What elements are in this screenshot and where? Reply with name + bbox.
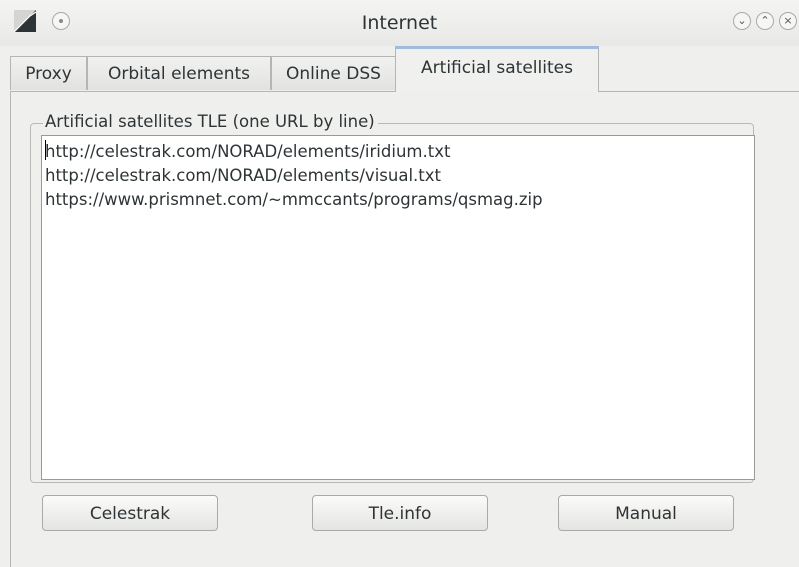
celestrak-button[interactable]: Celestrak [42, 495, 218, 531]
tleinfo-button[interactable]: Tle.info [312, 495, 488, 531]
window-title: Internet [361, 12, 438, 34]
tle-group-title: Artificial satellites TLE (one URL by li… [43, 111, 378, 133]
tab-orbital-elements[interactable]: Orbital elements [87, 56, 271, 90]
internet-window: Internet ⌄ ⌃ × Proxy Orbital elements On… [0, 0, 799, 567]
tab-proxy[interactable]: Proxy [10, 56, 87, 90]
url-line: http://celestrak.com/NORAD/elements/visu… [45, 166, 441, 185]
text-caret [45, 140, 46, 160]
title-bar[interactable]: Internet ⌄ ⌃ × [0, 0, 799, 46]
url-line: https://www.prismnet.com/~mmccants/progr… [45, 190, 543, 209]
close-icon: × [783, 14, 793, 27]
tab-artificial-satellites[interactable]: Artificial satellites [395, 46, 599, 92]
url-line: http://celestrak.com/NORAD/elements/irid… [45, 142, 451, 161]
maximize-button[interactable]: ⌃ [756, 12, 774, 30]
manual-button[interactable]: Manual [558, 495, 734, 531]
minimize-button[interactable]: ⌄ [733, 12, 751, 30]
tle-url-textarea[interactable]: http://celestrak.com/NORAD/elements/irid… [41, 135, 755, 480]
chevron-up-icon: ⌃ [760, 14, 770, 27]
tab-online-dss[interactable]: Online DSS [271, 56, 396, 90]
chevron-down-icon: ⌄ [737, 14, 747, 27]
close-button[interactable]: × [779, 12, 797, 30]
